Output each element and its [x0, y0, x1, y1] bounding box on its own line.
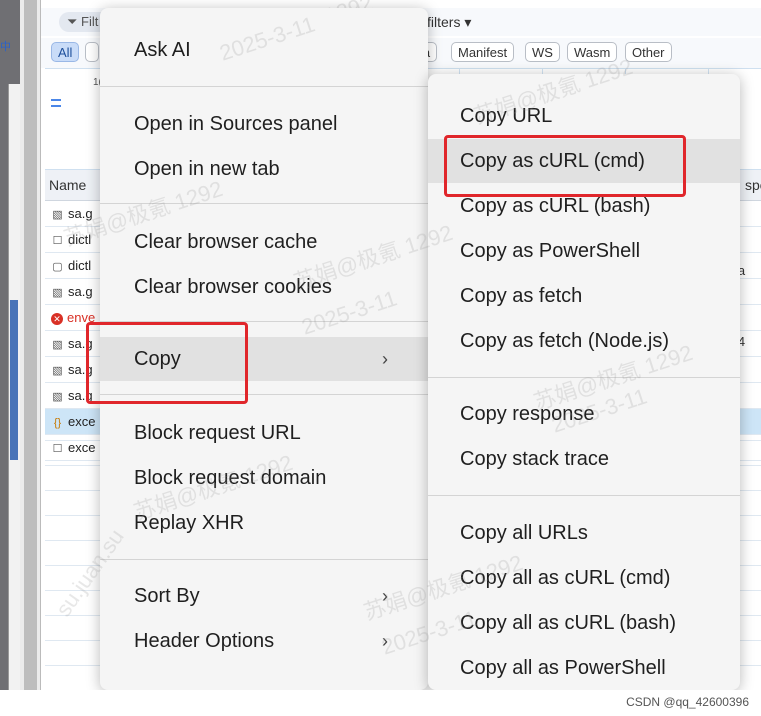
menu-item-copy-as-fetch-node[interactable]: Copy as fetch (Node.js) — [428, 319, 740, 363]
sidebar-text-fragment: 中 — [0, 41, 11, 53]
menu-item-copy-all-urls[interactable]: Copy all URLs — [428, 511, 740, 555]
annotation-highlight-copy — [86, 322, 248, 404]
type-chip-ws[interactable]: WS — [525, 42, 560, 62]
menu-item-copy-as-fetch[interactable]: Copy as fetch — [428, 274, 740, 318]
menu-item-sort-by-label: Sort By — [134, 585, 200, 607]
type-chip-wasm[interactable]: Wasm — [567, 42, 618, 62]
image-file-icon: ▧ — [52, 209, 63, 221]
image-file-icon: ▧ — [52, 391, 63, 403]
menu-separator — [100, 86, 428, 87]
xhr-braces-icon: {} — [53, 417, 62, 429]
left-panel-selection — [10, 300, 18, 460]
request-name: dictl — [68, 258, 92, 273]
csdn-credit: CSDN @qq_42600396 — [626, 695, 749, 709]
funnel-icon: ⏷ — [67, 14, 82, 29]
menu-item-header-options[interactable]: Header Options › — [100, 619, 428, 663]
more-filters-dropdown[interactable]: filters ▾ — [427, 14, 471, 31]
menu-separator — [100, 203, 428, 204]
menu-item-block-request-url[interactable]: Block request URL — [100, 411, 428, 455]
type-chip-hidden[interactable] — [85, 42, 99, 62]
chevron-right-icon: › — [382, 631, 388, 651]
menu-item-block-request-domain[interactable]: Block request domain — [100, 456, 428, 500]
image-file-icon: ▧ — [52, 339, 63, 351]
menu-item-copy-all-as-curl-bash[interactable]: Copy all as cURL (bash) — [428, 601, 740, 645]
image-file-icon: ▧ — [52, 287, 63, 299]
column-header-name[interactable]: Name — [49, 170, 86, 200]
menu-separator — [428, 495, 740, 496]
document-icon: ☐ — [52, 235, 63, 247]
type-chip-manifest[interactable]: Manifest — [451, 42, 515, 62]
request-name: exce — [68, 414, 96, 429]
type-chip-all[interactable]: All — [51, 42, 80, 62]
annotation-highlight-curl-cmd — [444, 135, 686, 197]
menu-item-copy-response[interactable]: Copy response — [428, 392, 740, 436]
menu-item-copy-all-as-powershell[interactable]: Copy all as PowerShell — [428, 646, 740, 690]
menu-item-clear-cache[interactable]: Clear browser cache — [100, 220, 428, 264]
menu-separator — [100, 559, 428, 560]
menu-item-copy-all-as-curl-cmd[interactable]: Copy all as cURL (cmd) — [428, 556, 740, 600]
overview-bar — [51, 105, 61, 107]
menu-item-header-options-label: Header Options — [134, 630, 275, 652]
menu-item-replay-xhr[interactable]: Replay XHR — [100, 501, 428, 545]
column-header-response[interactable]: spo — [745, 170, 761, 200]
request-name: sa.g — [68, 206, 93, 221]
document-icon: ▢ — [52, 261, 63, 273]
overview-bar — [51, 99, 61, 101]
chevron-right-icon: › — [382, 349, 388, 369]
menu-item-open-in-sources[interactable]: Open in Sources panel — [100, 102, 428, 146]
type-chip-other[interactable]: Other — [625, 42, 672, 62]
request-name: sa.g — [68, 284, 93, 299]
devtools-gutter-shade — [24, 0, 37, 690]
menu-item-copy-url[interactable]: Copy URL — [428, 94, 740, 138]
filter-label: Filt — [81, 14, 99, 29]
chevron-right-icon: › — [382, 586, 388, 606]
error-icon: ✕ — [51, 313, 63, 325]
menu-item-ask-ai[interactable]: Ask AI — [100, 28, 428, 72]
menu-item-copy-as-powershell[interactable]: Copy as PowerShell — [428, 229, 740, 273]
menu-item-open-in-new-tab[interactable]: Open in new tab — [100, 147, 428, 191]
request-name: dictl — [68, 232, 92, 247]
menu-item-sort-by[interactable]: Sort By › — [100, 574, 428, 618]
image-file-icon: ▧ — [52, 365, 63, 377]
menu-item-clear-cookies[interactable]: Clear browser cookies — [100, 265, 428, 309]
menu-separator — [428, 377, 740, 378]
menu-item-copy-stack-trace[interactable]: Copy stack trace — [428, 437, 740, 481]
